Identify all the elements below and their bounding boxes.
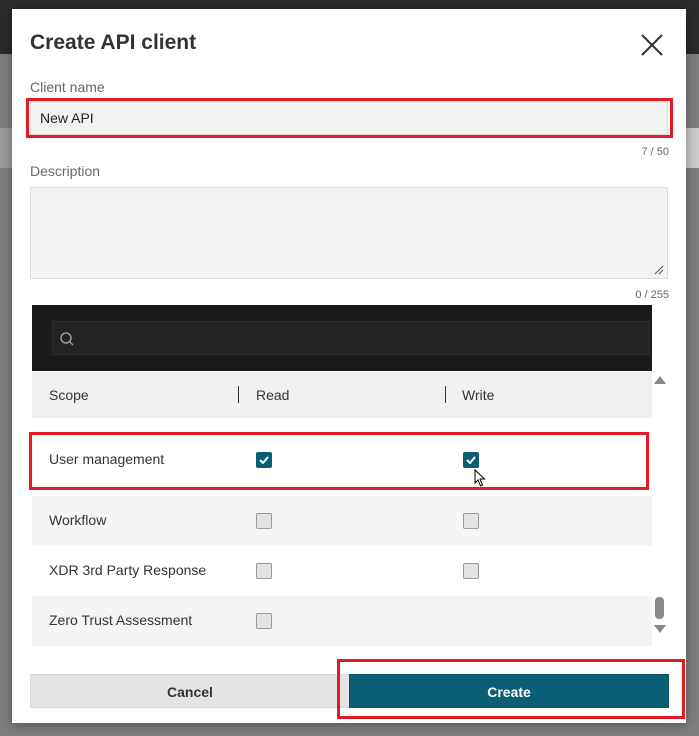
scroll-down-arrow-icon[interactable] — [654, 625, 666, 633]
scope-column-header: Scope — [49, 387, 89, 403]
scope-name: Zero Trust Assessment — [49, 612, 193, 628]
column-divider[interactable] — [238, 386, 239, 403]
close-button[interactable] — [636, 29, 668, 61]
search-icon — [60, 332, 74, 346]
close-icon — [641, 34, 663, 56]
client-name-counter: 7 / 50 — [641, 146, 669, 158]
scroll-up-arrow-icon[interactable] — [654, 376, 666, 384]
read-checkbox[interactable] — [256, 613, 272, 629]
table-row-xdr-3rd-party-response: XDR 3rd Party Response — [32, 546, 652, 596]
description-counter: 0 / 255 — [635, 289, 669, 301]
checkmark-icon — [259, 456, 269, 464]
column-divider[interactable] — [445, 386, 446, 403]
cancel-button[interactable]: Cancel — [30, 674, 350, 708]
table-row-user-management: User management — [32, 435, 652, 485]
scope-search-input[interactable] — [52, 321, 650, 355]
resize-grip-icon[interactable] — [654, 265, 664, 275]
write-checkbox[interactable] — [463, 563, 479, 579]
write-checkbox[interactable] — [463, 513, 479, 529]
table-row-zero-trust-assessment: Zero Trust Assessment — [32, 596, 652, 646]
table-row-workflow: Workflow — [32, 496, 652, 546]
read-checkbox[interactable] — [256, 452, 272, 468]
read-checkbox[interactable] — [256, 513, 272, 529]
write-column-header: Write — [462, 387, 495, 403]
scope-panel: Scope Read Write User management Workflo… — [32, 305, 652, 646]
create-api-client-dialog: Create API client Client name New API 7 … — [12, 9, 686, 723]
write-checkbox[interactable] — [463, 452, 479, 468]
dialog-title: Create API client — [30, 31, 197, 54]
scope-name: Workflow — [49, 512, 107, 528]
read-column-header: Read — [256, 387, 290, 403]
background-panel — [0, 128, 12, 168]
client-name-label: Client name — [30, 79, 105, 95]
scope-table-header: Scope Read Write — [32, 372, 652, 418]
scope-search-bar — [32, 305, 652, 371]
mouse-pointer-icon — [474, 469, 486, 487]
description-textarea[interactable] — [30, 187, 668, 279]
description-label: Description — [30, 163, 101, 179]
scope-scrollbar[interactable] — [652, 372, 668, 637]
create-button[interactable]: Create — [349, 674, 669, 708]
background-panel — [684, 128, 699, 168]
scope-name: User management — [49, 451, 165, 467]
checkmark-icon — [466, 456, 476, 464]
client-name-input[interactable]: New API — [30, 101, 668, 135]
scroll-thumb[interactable] — [655, 597, 664, 619]
scope-name: XDR 3rd Party Response — [49, 562, 207, 578]
read-checkbox[interactable] — [256, 563, 272, 579]
